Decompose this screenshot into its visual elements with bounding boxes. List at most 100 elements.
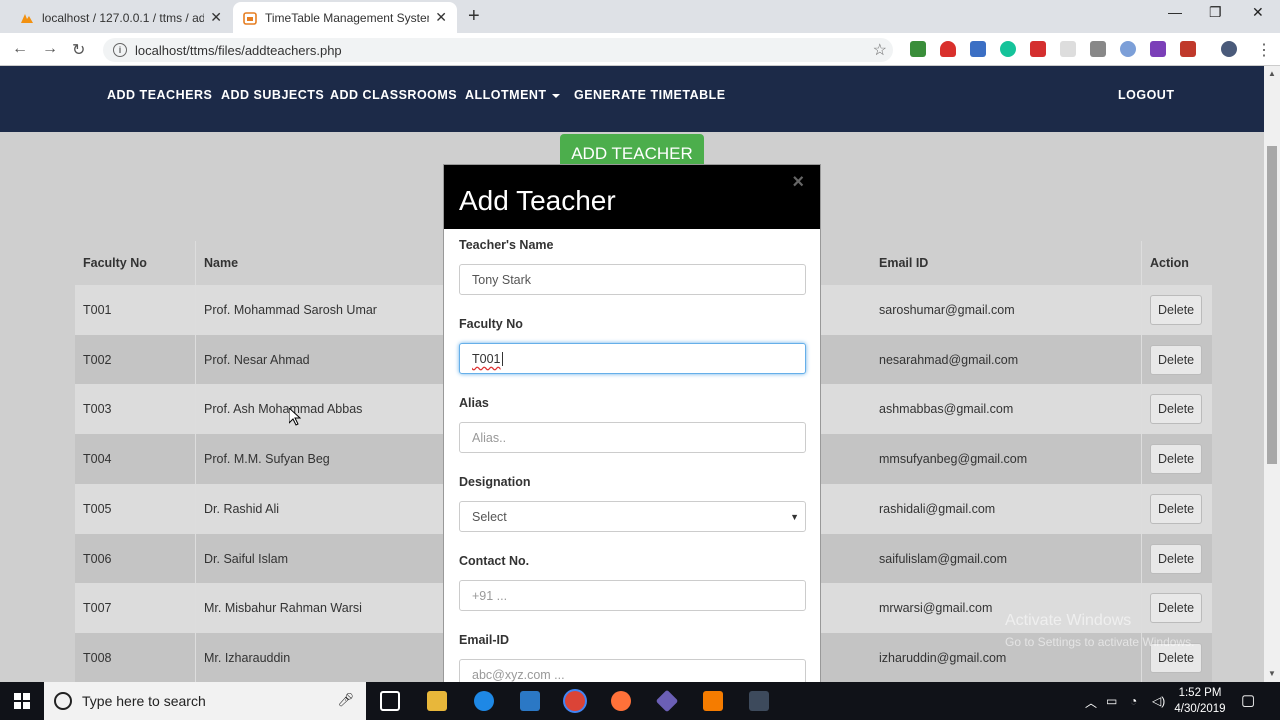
contact-input[interactable]: +91 ...	[459, 580, 806, 611]
minimize-icon[interactable]: —	[1168, 4, 1182, 20]
faculty-no-cell: T005	[75, 483, 196, 534]
extension-icon[interactable]	[1150, 41, 1166, 57]
modal-title: Add Teacher	[459, 185, 616, 216]
taskbar-search[interactable]: Type here to search 🎤︎	[44, 682, 366, 720]
tab-phpmyadmin[interactable]: localhost / 127.0.0.1 / ttms / adm ✕	[10, 2, 232, 33]
extension-icon[interactable]	[970, 41, 986, 57]
faculty-no-input[interactable]: T001	[459, 343, 806, 374]
forward-icon[interactable]: →	[42, 40, 58, 58]
clock-time: 1:52 PM	[1178, 687, 1222, 699]
bookmark-star-icon[interactable]: ☆	[873, 40, 887, 60]
xampp-icon[interactable]	[703, 691, 723, 711]
text-cursor	[501, 351, 503, 366]
url-text: localhost/ttms/files/addteachers.php	[135, 42, 342, 58]
app-icon[interactable]	[655, 689, 679, 713]
faculty-no-cell: T004	[75, 434, 196, 485]
tab-ttms[interactable]: TimeTable Management System ✕	[233, 2, 457, 33]
show-hidden-icons-icon[interactable]: ︿	[1085, 694, 1097, 711]
close-icon[interactable]: ×	[792, 171, 804, 194]
system-clock[interactable]: 1:52 PM 4/30/2019	[1170, 685, 1230, 717]
edge-icon[interactable]	[474, 691, 494, 711]
faculty-no-cell: T003	[75, 384, 196, 435]
nav-allotment-label: ALLOTMENT	[465, 88, 547, 102]
grammarly-icon[interactable]	[1000, 41, 1016, 57]
microphone-icon[interactable]: 🎤︎	[337, 692, 354, 708]
close-tab-icon[interactable]: ✕	[435, 9, 447, 26]
teacher-name-input[interactable]: Tony Stark	[459, 264, 806, 295]
nav-add-classrooms[interactable]: ADD CLASSROOMS	[330, 88, 457, 102]
scroll-up-icon[interactable]: ▲	[1268, 69, 1276, 78]
profile-avatar[interactable]	[1221, 41, 1237, 57]
nav-generate-timetable[interactable]: GENERATE TIMETABLE	[574, 88, 726, 102]
scrollbar-thumb[interactable]	[1267, 146, 1277, 464]
nav-logout[interactable]: LOGOUT	[1118, 88, 1174, 102]
calendar-icon	[243, 11, 257, 25]
delete-button[interactable]: Delete	[1150, 493, 1203, 524]
shield-icon[interactable]	[940, 41, 956, 57]
extension-icon[interactable]	[1030, 41, 1046, 57]
url-field[interactable]: i localhost/ttms/files/addteachers.php ☆	[103, 38, 893, 62]
nav-add-subjects[interactable]: ADD SUBJECTS	[221, 88, 324, 102]
action-cell: Delete	[1142, 384, 1212, 434]
delete-button[interactable]: Delete	[1150, 444, 1203, 475]
header-faculty-no: Faculty No	[75, 241, 196, 285]
nav-add-teachers[interactable]: ADD TEACHERS	[107, 88, 212, 102]
wifi-icon[interactable]: ◔	[1130, 694, 1137, 708]
teacher-name-label: Teacher's Name	[459, 238, 554, 252]
info-icon[interactable]: i	[113, 43, 127, 57]
tab-title: localhost / 127.0.0.1 / ttms / adm	[42, 10, 205, 25]
reload-icon[interactable]: ↻	[72, 40, 85, 60]
eyedropper-icon[interactable]	[1090, 41, 1106, 57]
header-action: Action	[1150, 256, 1189, 270]
email-cell: ashmabbas@gmail.com	[871, 384, 1142, 435]
email-input[interactable]: abc@xyz.com ...	[459, 659, 806, 683]
vscode-icon[interactable]	[520, 691, 540, 711]
header-email: Email ID	[871, 241, 1142, 285]
phpmyadmin-icon	[21, 13, 33, 23]
watermark-title: Activate Windows	[1005, 612, 1132, 629]
nav-allotment[interactable]: ALLOTMENT	[465, 88, 560, 102]
extension-icon[interactable]	[1060, 41, 1076, 57]
tab-title: TimeTable Management System	[265, 10, 430, 25]
menu-icon[interactable]: ⋮	[1256, 40, 1272, 60]
close-window-icon[interactable]: ✕	[1252, 4, 1264, 21]
delete-button[interactable]: Delete	[1150, 593, 1203, 624]
extension-icon[interactable]	[910, 41, 926, 57]
new-tab-icon[interactable]: +	[468, 5, 480, 28]
chrome-icon[interactable]	[565, 691, 585, 711]
search-placeholder: Type here to search	[82, 693, 206, 709]
back-icon[interactable]: ←	[12, 40, 28, 58]
watermark-subtitle: Go to Settings to activate Windows.	[1005, 635, 1195, 649]
alias-input[interactable]: Alias..	[459, 422, 806, 453]
faculty-no-cell: T002	[75, 334, 196, 385]
faculty-no-cell: T001	[75, 285, 196, 335]
delete-button[interactable]: Delete	[1150, 394, 1203, 425]
file-explorer-icon[interactable]	[427, 691, 447, 711]
delete-button[interactable]: Delete	[1150, 344, 1203, 375]
email-label: Email-ID	[459, 633, 510, 647]
restore-icon[interactable]: ❐	[1209, 4, 1222, 21]
firefox-icon[interactable]	[611, 691, 631, 711]
action-cell: Delete	[1142, 434, 1212, 484]
delete-button[interactable]: Delete	[1150, 295, 1203, 325]
action-cell: Delete	[1142, 285, 1212, 335]
faculty-no-cell: T007	[75, 583, 196, 634]
action-cell: Delete	[1142, 534, 1212, 584]
windows-start-icon[interactable]	[14, 693, 30, 709]
email-cell: rashidali@gmail.com	[871, 483, 1142, 534]
scroll-down-icon[interactable]: ▼	[1268, 669, 1276, 678]
email-cell: saroshumar@gmail.com	[871, 285, 1142, 335]
app-icon[interactable]	[749, 691, 769, 711]
volume-icon[interactable]: ◁)	[1152, 694, 1165, 708]
page-scrollbar[interactable]: ▲ ▼	[1264, 66, 1280, 682]
close-tab-icon[interactable]: ✕	[210, 9, 222, 26]
modal-header: Add Teacher ×	[444, 165, 820, 229]
notifications-icon[interactable]: ▢	[1241, 691, 1255, 709]
action-cell: Delete	[1142, 484, 1212, 534]
designation-select[interactable]: Select ▼	[459, 501, 806, 532]
extension-icon[interactable]	[1180, 41, 1196, 57]
battery-icon[interactable]: ▭	[1106, 694, 1117, 708]
task-view-icon[interactable]	[380, 691, 400, 711]
delete-button[interactable]: Delete	[1150, 543, 1203, 574]
extension-icon[interactable]	[1120, 41, 1136, 57]
